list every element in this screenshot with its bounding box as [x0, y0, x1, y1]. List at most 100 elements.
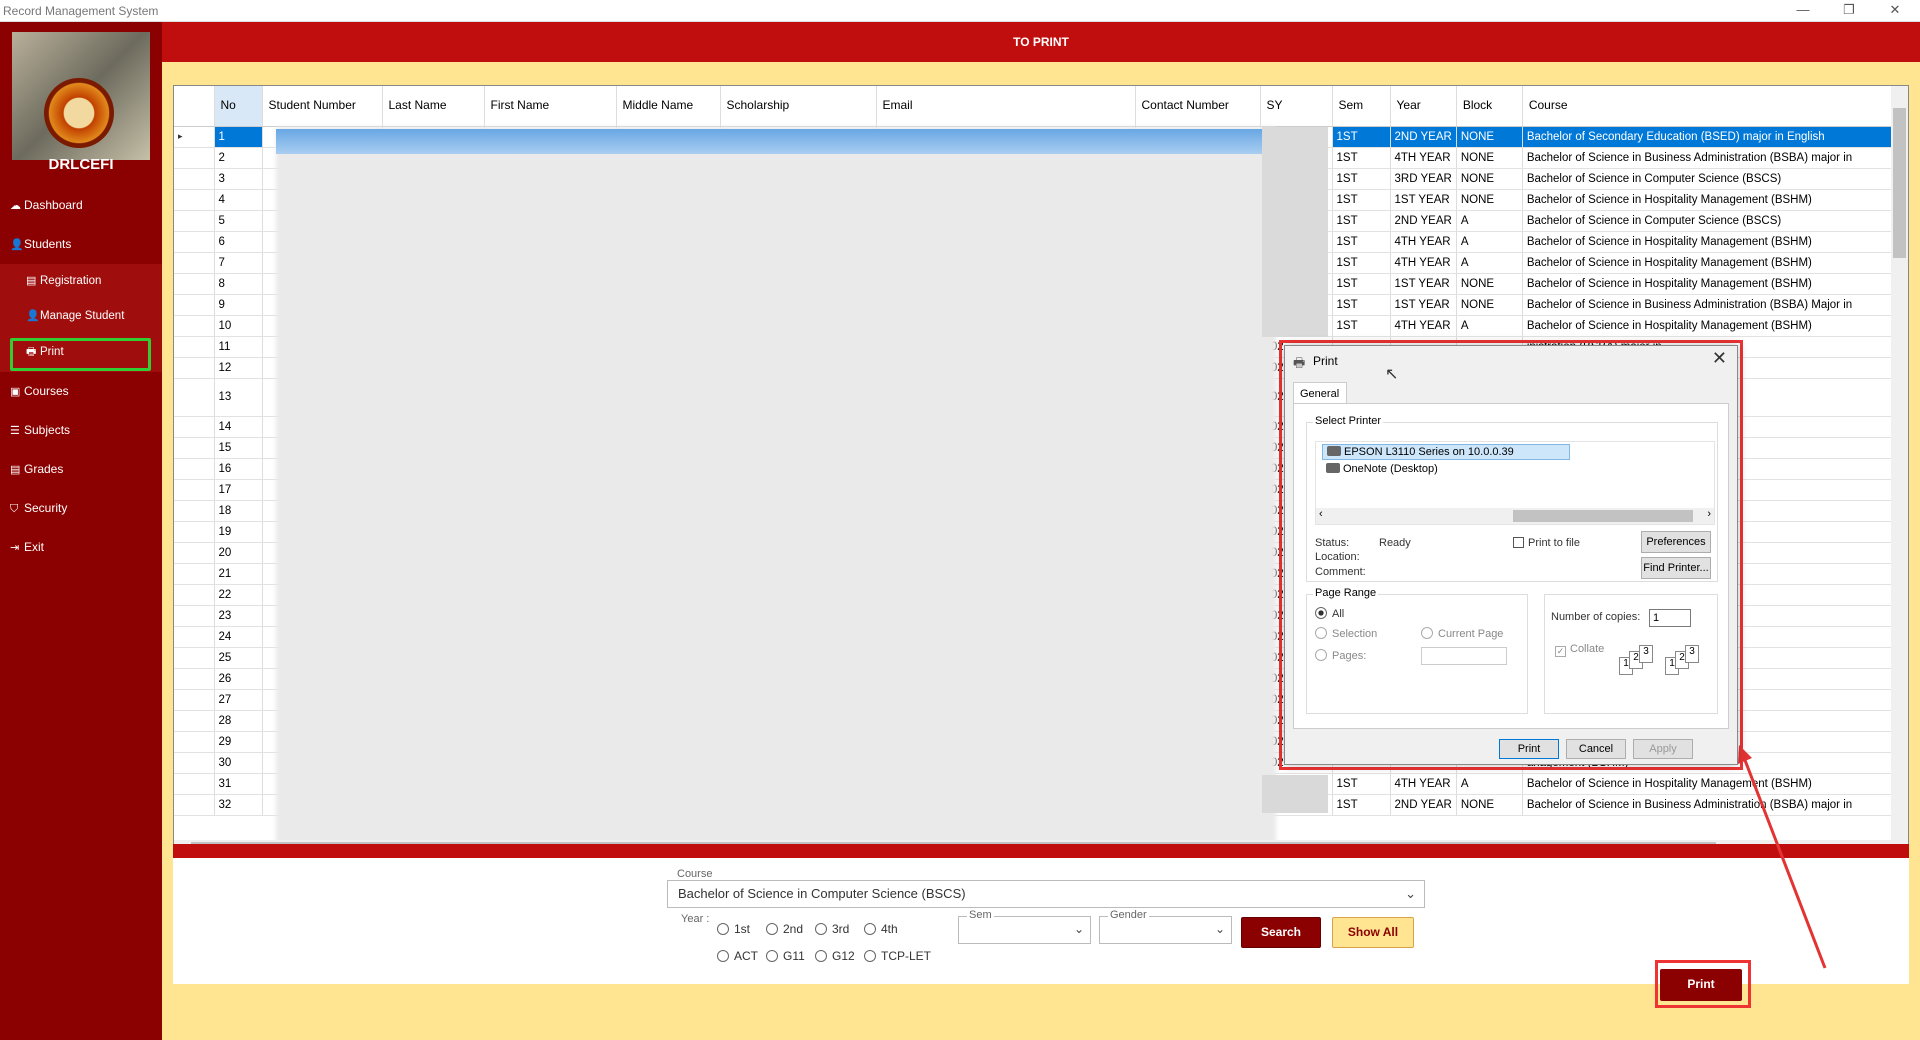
cell-no[interactable]: 3	[214, 168, 263, 190]
collate-checkbox[interactable]: ✓ Collate	[1555, 643, 1604, 657]
range-radio-selection[interactable]: Selection	[1315, 627, 1377, 640]
cell-sem[interactable]: 1ST	[1332, 315, 1391, 337]
vertical-scrollbar[interactable]	[1891, 86, 1908, 841]
cell-block[interactable]: NONE	[1456, 189, 1523, 211]
dialog-apply-button[interactable]: Apply	[1633, 739, 1693, 759]
cell-course[interactable]: Bachelor of Science in Hospitality Manag…	[1522, 231, 1896, 253]
cell-course[interactable]: Bachelor of Science in Business Administ…	[1522, 794, 1896, 816]
cell-no[interactable]: 13	[214, 378, 263, 417]
year-radio-2nd[interactable]: 2nd	[766, 922, 803, 936]
cell-no[interactable]: 8	[214, 273, 263, 295]
cell-year[interactable]: 4TH YEAR	[1390, 147, 1457, 169]
row-header[interactable]	[174, 210, 215, 232]
row-header[interactable]	[174, 794, 215, 816]
range-radio-pages[interactable]: Pages:	[1315, 649, 1366, 662]
row-header[interactable]	[174, 479, 215, 501]
column-header[interactable]: Last Name	[382, 86, 485, 127]
row-header[interactable]	[174, 521, 215, 543]
sidebar-item-courses[interactable]: ▣ Courses	[10, 380, 69, 402]
column-header[interactable]: Contact Number	[1135, 86, 1261, 127]
sidebar-item-manage-student[interactable]: 👤Manage Student	[26, 305, 124, 327]
row-header[interactable]	[174, 668, 215, 690]
cell-course[interactable]: Bachelor of Science in Business Administ…	[1522, 294, 1896, 316]
sidebar-item-dashboard[interactable]: ☁ Dashboard	[10, 194, 83, 216]
cell-no[interactable]: 2	[214, 147, 263, 169]
cell-no[interactable]: 14	[214, 416, 263, 438]
cell-sem[interactable]: 1ST	[1332, 231, 1391, 253]
cell-year[interactable]: 4TH YEAR	[1390, 231, 1457, 253]
row-header[interactable]	[174, 500, 215, 522]
copies-stepper[interactable]: 1	[1649, 609, 1691, 627]
row-header[interactable]	[174, 752, 215, 774]
cell-year[interactable]: 1ST YEAR	[1390, 294, 1457, 316]
restore-icon[interactable]: ❐	[1826, 0, 1872, 22]
cell-no[interactable]: 10	[214, 315, 263, 337]
sem-select[interactable]: Sem ⌄	[958, 909, 1091, 944]
cell-block[interactable]: A	[1456, 315, 1523, 337]
cell-no[interactable]: 11	[214, 336, 263, 358]
range-radio-all[interactable]: All	[1315, 607, 1344, 620]
row-header[interactable]	[174, 378, 215, 417]
cell-no[interactable]: 20	[214, 542, 263, 564]
cell-block[interactable]: NONE	[1456, 294, 1523, 316]
cell-block[interactable]: A	[1456, 210, 1523, 232]
cell-no[interactable]: 23	[214, 605, 263, 627]
column-header[interactable]: No	[214, 86, 263, 127]
cell-course[interactable]: Bachelor of Science in Hospitality Manag…	[1522, 252, 1896, 274]
row-header[interactable]	[174, 731, 215, 753]
cell-sem[interactable]: 1ST	[1332, 273, 1391, 295]
scroll-thumb[interactable]	[1893, 108, 1906, 258]
row-header[interactable]	[174, 315, 215, 337]
row-header[interactable]	[174, 231, 215, 253]
cell-no[interactable]: 25	[214, 647, 263, 669]
dialog-print-button[interactable]: Print	[1499, 739, 1559, 759]
printer-onenote[interactable]: OneNote (Desktop)	[1322, 462, 1442, 476]
minimize-icon[interactable]: —	[1780, 0, 1826, 22]
sidebar-item-subjects[interactable]: ☰ Subjects	[10, 419, 70, 441]
show-all-button[interactable]: Show All	[1332, 917, 1414, 948]
column-header[interactable]: Course	[1522, 86, 1896, 127]
column-header[interactable]: Student Number	[262, 86, 383, 127]
cell-year[interactable]: 2ND YEAR	[1390, 126, 1457, 148]
cell-no[interactable]: 17	[214, 479, 263, 501]
cell-year[interactable]: 2ND YEAR	[1390, 794, 1457, 816]
cell-sem[interactable]: 1ST	[1332, 294, 1391, 316]
cell-block[interactable]: NONE	[1456, 273, 1523, 295]
cell-no[interactable]: 12	[214, 357, 263, 379]
sidebar-item-print[interactable]: 🖶 Print	[26, 341, 64, 363]
cell-no[interactable]: 24	[214, 626, 263, 648]
cell-no[interactable]: 27	[214, 689, 263, 711]
column-header[interactable]: Block	[1456, 86, 1523, 127]
close-icon[interactable]: ✕	[1712, 348, 1727, 369]
cell-sem[interactable]: 1ST	[1332, 210, 1391, 232]
cell-block[interactable]: NONE	[1456, 147, 1523, 169]
cell-block[interactable]: NONE	[1456, 126, 1523, 148]
row-header[interactable]	[174, 458, 215, 480]
column-header[interactable]: First Name	[484, 86, 617, 127]
cell-block[interactable]: A	[1456, 773, 1523, 795]
row-header[interactable]	[174, 437, 215, 459]
cell-sem[interactable]: 1ST	[1332, 126, 1391, 148]
course-select[interactable]: Bachelor of Science in Computer Science …	[667, 880, 1425, 908]
dialog-cancel-button[interactable]: Cancel	[1566, 739, 1626, 759]
cell-block[interactable]: A	[1456, 252, 1523, 274]
column-header[interactable]: Year	[1390, 86, 1457, 127]
cell-course[interactable]: Bachelor of Science in Hospitality Manag…	[1522, 189, 1896, 211]
row-header[interactable]	[174, 647, 215, 669]
printer-list-scrollbar[interactable]: ‹ ›	[1316, 508, 1714, 524]
tab-general[interactable]: General	[1293, 382, 1347, 404]
column-header[interactable]: Scholarship	[720, 86, 877, 127]
cell-no[interactable]: 31	[214, 773, 263, 795]
row-header[interactable]	[174, 689, 215, 711]
cell-year[interactable]: 2ND YEAR	[1390, 210, 1457, 232]
row-header[interactable]	[174, 584, 215, 606]
printer-epson[interactable]: EPSON L3110 Series on 10.0.0.39	[1322, 444, 1570, 460]
row-header[interactable]	[174, 252, 215, 274]
cell-sem[interactable]: 1ST	[1332, 189, 1391, 211]
row-header[interactable]: ▸	[174, 126, 215, 148]
year-radio-g12[interactable]: G12	[815, 949, 855, 963]
cell-course[interactable]: Bachelor of Science in Business Administ…	[1522, 147, 1896, 169]
year-radio-act[interactable]: ACT	[717, 949, 758, 963]
cell-no[interactable]: 29	[214, 731, 263, 753]
cell-course[interactable]: Bachelor of Secondary Education (BSED) m…	[1522, 126, 1896, 148]
